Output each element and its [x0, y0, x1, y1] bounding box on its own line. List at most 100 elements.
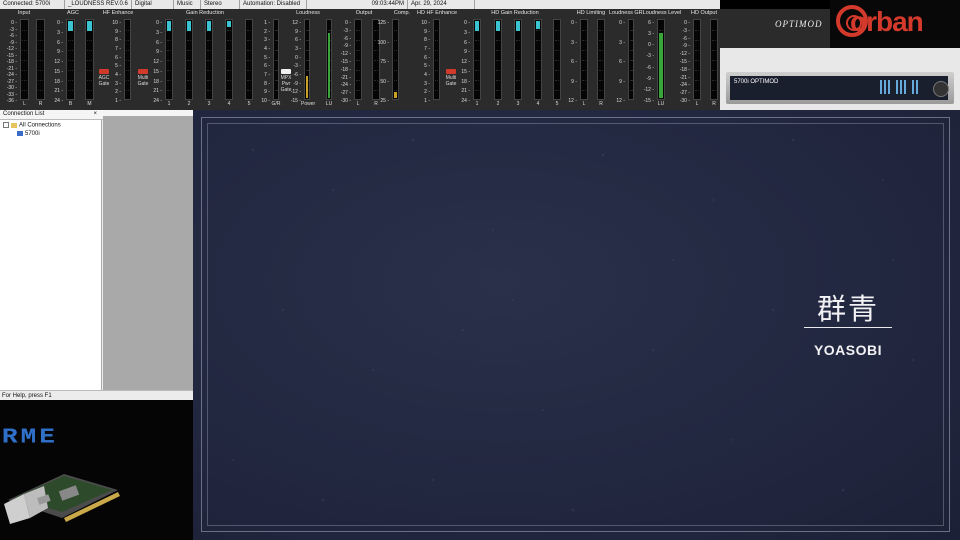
meter-tick-label: 4 -: [115, 72, 121, 78]
meter-channel-label: M: [87, 101, 92, 107]
meter-tick-label: -6 -: [343, 35, 352, 42]
meter-channel-label: 4: [227, 101, 231, 107]
meter-panel: Input 0 - -3 - -6 - -9 - -12 - -15 - -18 - -21 -…: [0, 9, 830, 110]
meter-channel-label: L: [23, 101, 26, 107]
meter-tick-label: -3 -: [646, 53, 655, 60]
meter-section-agc: AGC 0 - 3 - 6 - 9 - 12 - 15 - 18 - 21 - 24 - B M: [50, 9, 96, 110]
meter-title: Loudness Level: [642, 10, 682, 16]
meter-tick-label: 6 -: [424, 54, 430, 61]
meter-tick-label: -6 -: [646, 64, 655, 71]
meter-tick-label: 3 -: [571, 39, 577, 46]
meter-tick-label: 12 -: [616, 98, 625, 104]
meter-bar: [304, 19, 310, 100]
meter-tick-label: 18 -: [461, 78, 470, 85]
meter-tick-label: 2 -: [424, 89, 430, 96]
device-face-text: OPTIMOD: [750, 79, 779, 85]
status-automation: Automation: Disabled: [240, 0, 307, 9]
meter-bar: [36, 19, 45, 100]
meter-tick-label: 3 -: [619, 39, 625, 46]
meter-channel-label: 4: [536, 101, 540, 107]
meter-channel-label: L: [582, 101, 586, 107]
title-divider: [804, 327, 892, 328]
meter-tick-label: 3 -: [156, 29, 162, 36]
meter-tick-label: 7 -: [264, 72, 270, 78]
meter-tick-label: 15 -: [54, 68, 63, 75]
meter-tick-label: 9 -: [619, 78, 625, 85]
orban-logo-text: orban: [850, 6, 924, 37]
meter-channel-label: R: [712, 101, 716, 107]
meter-tick-label: -30 -: [340, 98, 351, 104]
tree-item-all-connections[interactable]: All Connections: [3, 122, 61, 129]
meter-tick-label: -18 -: [6, 59, 17, 65]
meter-tick-label: -3 -: [9, 26, 18, 33]
meter-tick-label: 6 -: [156, 39, 162, 46]
meter-tick-label: 3 -: [295, 46, 301, 52]
meter-tick-label: 1 -: [115, 98, 121, 104]
meter-tick-label: 9 -: [571, 78, 577, 85]
meter-tick-label: -12 -: [6, 46, 17, 52]
meter-fill: [306, 76, 308, 98]
meter-fill: [227, 21, 231, 27]
meter-scale: 0 - 3 - 6 - 9 - 12 - 15 - 18 - 21 - 24 -: [148, 21, 164, 104]
rme-card-image: [4, 474, 120, 524]
meter-tick-label: 75 -: [380, 59, 389, 65]
device-front-panel: 5700i OPTIMOD: [730, 76, 948, 100]
meter-fill: [68, 21, 73, 31]
meter-tick-label: -18 -: [679, 66, 690, 73]
meter-tick-label: -15 -: [643, 98, 654, 104]
meter-tick-label: 6 -: [571, 59, 577, 65]
meter-channel-label: L: [695, 101, 699, 107]
meter-scale: 0 - 3 - 6 - 9 - 12 -: [611, 21, 627, 104]
meter-tick-label: 4 -: [424, 72, 430, 78]
meter-fill: [536, 21, 540, 29]
meter-tick-label: 8 -: [115, 37, 121, 44]
meter-tick-label: 0 -: [684, 20, 690, 26]
status-connected: Connected: 5700i: [0, 0, 65, 9]
meter-scale: 0 - -3 - -6 - -9 - -12 - -15 - -18 - -21 - -24 -…: [3, 21, 19, 104]
meter-fill: [207, 21, 211, 31]
meter-tick-label: 12 -: [461, 59, 470, 65]
meter-tick-label: 12 -: [54, 59, 63, 65]
meter-bar: [225, 19, 233, 100]
meter-title: Loudness GR: [609, 10, 643, 16]
meter-tick-label: 8 -: [264, 80, 270, 87]
status-stereo: Stereo: [201, 0, 240, 9]
meter-tick-label: 6 -: [57, 39, 63, 46]
meter-tick-label: -15 -: [290, 98, 301, 104]
meter-tick-label: -6 -: [682, 35, 691, 42]
meter-fill: [87, 21, 92, 31]
meter-bar: [433, 19, 440, 100]
meter-scale: 10 - 9 - 8 - 7 - 6 - 5 - 4 - 3 - 2 - 1 -: [416, 21, 432, 104]
meter-tick-label: 6 -: [619, 59, 625, 65]
meter-tick-label: 9 -: [115, 28, 121, 35]
collapse-icon[interactable]: [3, 122, 9, 128]
meter-fill: [187, 21, 191, 31]
meter-title: HD Gain Reduction: [491, 10, 539, 16]
meter-tick-label: -21 -: [6, 65, 17, 72]
meter-tick-label: 3 -: [648, 31, 654, 38]
meter-fill: [659, 33, 663, 98]
status-mode: Music: [174, 0, 201, 9]
device-knob-icon: [933, 81, 949, 97]
meter-section-hd-output: HD Output 0 - -3 - -6 - -9 - -12 - -15 - -18 --…: [679, 9, 725, 110]
connection-list-panel: Connection List × All Connections 5700i …: [0, 110, 193, 400]
meter-tick-label: 8 -: [424, 37, 430, 44]
meter-section-hf-enhance: HF Enhance 10 - 9 - 8 - 7 - 6 - 5 - 4 - 3 - 2 - 1 …: [96, 9, 140, 110]
meter-channel-label: 2: [187, 101, 191, 107]
meter-title: AGC: [67, 10, 79, 16]
meter-fill: [516, 21, 520, 31]
meter-tick-label: 50 -: [380, 78, 389, 85]
close-icon[interactable]: ×: [93, 110, 97, 119]
meter-tick-label: -30 -: [6, 85, 17, 91]
meter-tick-label: 24 -: [461, 98, 470, 104]
meter-fill: [475, 21, 479, 31]
tree-item-5700i[interactable]: 5700i: [17, 131, 40, 137]
meter-tick-label: 3 -: [424, 80, 430, 87]
meter-bar: [514, 19, 522, 100]
meter-bar: [124, 19, 131, 100]
meter-bar: [185, 19, 193, 100]
optimod-label: OPTIMOD: [775, 19, 823, 29]
meter-section-gr: 1 - 2 - 3 - 4 - 5 - 6 - 7 - 8 - 9 - 10 - G/R: [258, 9, 280, 110]
meter-tick-label: 5 -: [264, 54, 270, 61]
meter-title: Gain Reduction: [186, 10, 224, 16]
